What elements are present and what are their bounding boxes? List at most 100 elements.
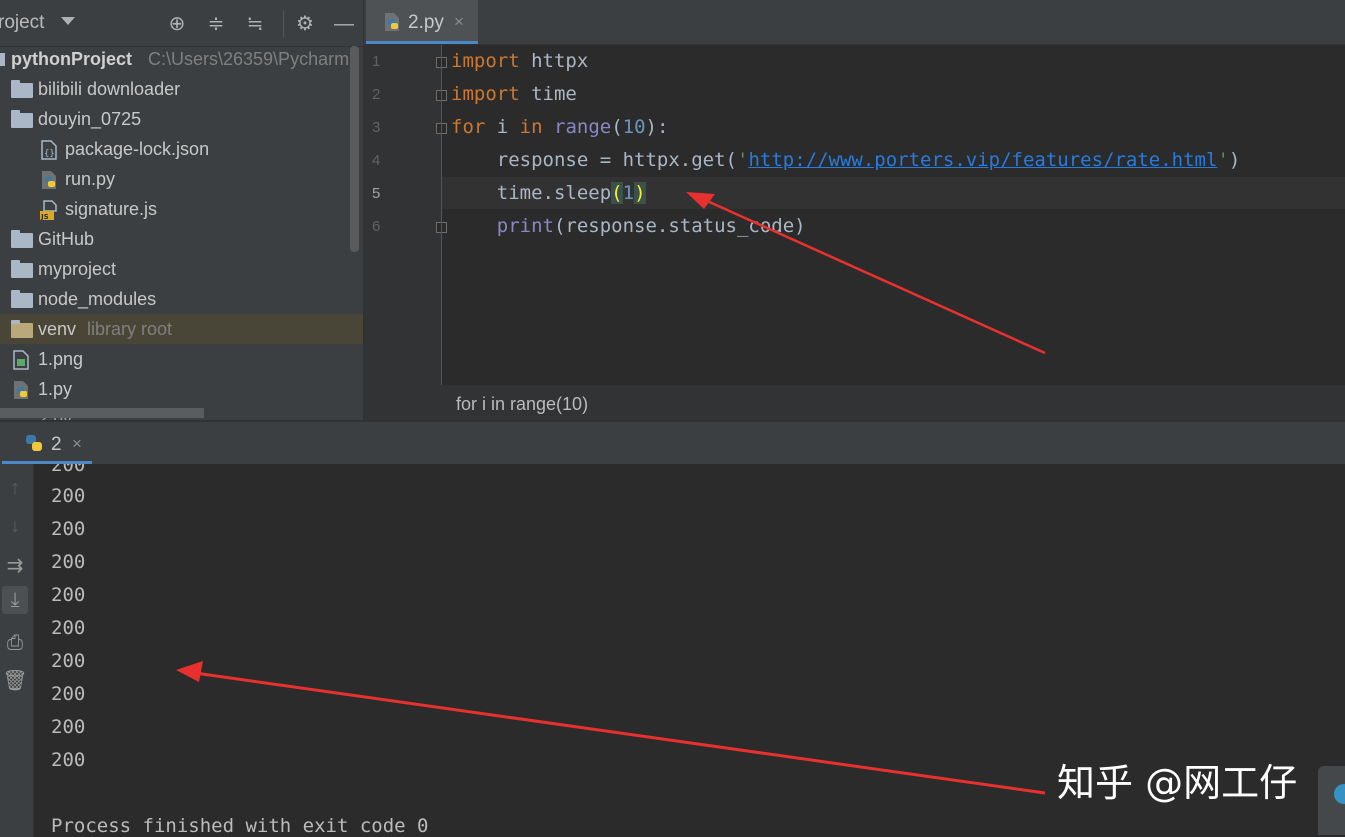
horizontal-scrollbar[interactable] — [0, 408, 204, 418]
python-file-icon — [14, 381, 28, 399]
code-line-5[interactable]: time.sleep(1) — [451, 177, 646, 210]
url-link[interactable]: http://www.porters.vip/features/rate.htm… — [748, 149, 1217, 171]
matched-brace: ( — [611, 182, 623, 204]
trash-icon[interactable]: 🗑 — [2, 667, 28, 695]
number-literal: 1 — [622, 182, 635, 204]
console-line: 200 — [51, 617, 86, 639]
run-tab-label: 2 — [51, 434, 62, 455]
soft-wrap-icon[interactable]: ⇉ — [2, 552, 28, 580]
code-line-4[interactable]: response = httpx.get('http://www.porters… — [451, 144, 1241, 177]
builtin: print — [496, 215, 554, 237]
print-icon[interactable]: ⎙ — [2, 629, 28, 657]
tree-item-annotation: library root — [87, 319, 173, 339]
line-number-gutter: 1 2 3 4 5 6 — [364, 45, 447, 385]
console-line: 200 — [51, 749, 86, 771]
close-icon[interactable]: × — [72, 434, 82, 454]
code-text: time — [519, 83, 577, 105]
python-file-icon — [42, 171, 56, 189]
gutter-divider — [441, 45, 442, 385]
tree-item-node-modules[interactable]: node_modules — [0, 284, 363, 314]
up-arrow-icon[interactable]: ↑ — [2, 474, 28, 502]
collapse-all-icon[interactable]: ≒ — [243, 12, 267, 36]
code-line-3[interactable]: for i in range(10): — [451, 111, 668, 144]
keyword: for — [451, 116, 486, 138]
close-icon[interactable]: × — [454, 12, 464, 32]
project-view-selector-label[interactable]: roject — [0, 12, 44, 34]
tree-item-label: 1.py — [38, 379, 73, 399]
tree-item-pythonproject[interactable]: pythonProject C:\Users\26359\Pycharm — [0, 44, 363, 74]
folder-icon — [11, 290, 33, 308]
minimize-icon[interactable]: — — [332, 12, 356, 36]
tree-item-douyin-0725[interactable]: douyin_0725 — [0, 104, 363, 134]
code-line-1[interactable]: import httpx — [451, 45, 588, 78]
code-text: (response.status_code) — [553, 215, 806, 237]
console-line: 200 — [51, 485, 86, 507]
tree-item-1-py[interactable]: 1.py — [0, 374, 363, 404]
python-run-icon — [26, 435, 42, 451]
project-tool-window: roject ⊕ ≑ ≒ ⚙ — pythonProject C:\Users\… — [0, 0, 363, 420]
tree-item-signature-js[interactable]: JS signature.js — [0, 194, 363, 224]
python-file-icon — [385, 13, 399, 31]
console-line: 200 — [51, 518, 86, 540]
folder-icon — [0, 53, 5, 66]
console-line: 200 — [51, 683, 86, 705]
tree-item-github[interactable]: GitHub — [0, 224, 363, 254]
expand-all-icon[interactable]: ≑ — [204, 12, 228, 36]
tree-item-venv[interactable]: venv library root — [0, 314, 363, 344]
process-exit-message: Process finished with exit code 0 — [51, 815, 429, 837]
tree-item-label: package-lock.json — [65, 139, 210, 159]
watermark-text: 知乎 @网工仔 — [1057, 761, 1298, 805]
breadcrumb-item[interactable]: for i in range(10) — [456, 394, 588, 415]
line-number: 2 — [372, 86, 381, 103]
code-editor: 2.py × 1 2 3 4 5 6 import httpx import t… — [363, 0, 1345, 421]
tab-label: 2.py — [408, 12, 444, 33]
tree-item-label: run.py — [65, 169, 116, 189]
run-tab-bar: 2 × — [0, 422, 1345, 464]
folder-icon — [11, 230, 33, 248]
down-arrow-icon[interactable]: ↓ — [2, 512, 28, 540]
run-tab-2[interactable]: 2 × — [2, 422, 92, 464]
svg-text:JS: JS — [40, 213, 49, 220]
keyword: import — [451, 50, 520, 72]
scroll-to-end-icon[interactable]: ⤓ — [2, 586, 28, 614]
code-line-2[interactable]: import time — [451, 78, 577, 111]
code-text: ( — [611, 116, 623, 138]
tree-item-run-py[interactable]: run.py — [0, 164, 363, 194]
folder-icon — [11, 260, 33, 278]
code-line-6[interactable]: print(response.status_code) — [451, 210, 806, 243]
keyword: import — [451, 83, 520, 105]
tree-item-label: bilibili downloader — [38, 79, 181, 99]
tree-item-1-png[interactable]: 1.png — [0, 344, 363, 374]
toolbar-divider — [283, 10, 284, 38]
keyword: in — [519, 116, 543, 138]
editor-tab-2-py[interactable]: 2.py × — [366, 0, 478, 44]
vertical-scrollbar[interactable] — [350, 46, 359, 252]
console-line: 200 — [51, 584, 86, 606]
breadcrumb: for i in range(10) — [364, 385, 1345, 421]
javascript-file-icon: JS — [40, 200, 57, 220]
svg-text:{}: {} — [44, 149, 55, 159]
tree-item-myproject[interactable]: myproject — [0, 254, 363, 284]
tree-item-path: C:\Users\26359\Pycharm — [148, 49, 350, 69]
editor-tab-bar: 2.py × — [364, 0, 1345, 45]
console-line: 200 — [51, 551, 86, 573]
folder-icon — [11, 80, 33, 98]
line-number-current: 5 — [372, 185, 381, 202]
tree-item-label: node_modules — [38, 289, 157, 309]
console-line: 200 — [51, 650, 86, 672]
project-header: roject ⊕ ≑ ≒ ⚙ — — [0, 0, 363, 47]
run-toolbar: ↑ ↓ ⇉ ⤓ ⎙ 🗑 — [0, 464, 34, 837]
line-number: 4 — [372, 152, 381, 169]
line-number: 6 — [372, 218, 381, 235]
line-number: 1 — [372, 53, 381, 70]
floating-assistant-button[interactable] — [1318, 766, 1345, 835]
chevron-down-icon[interactable] — [61, 17, 75, 25]
folder-icon — [11, 110, 33, 128]
tree-item-label: GitHub — [38, 229, 95, 249]
locate-icon[interactable]: ⊕ — [165, 12, 189, 36]
builtin: range — [554, 116, 612, 138]
tree-item-package-lock-json[interactable]: {} package-lock.json — [0, 134, 363, 164]
tree-item-bilibili-downloader[interactable]: bilibili downloader — [0, 74, 363, 104]
gear-icon[interactable]: ⚙ — [293, 12, 317, 36]
